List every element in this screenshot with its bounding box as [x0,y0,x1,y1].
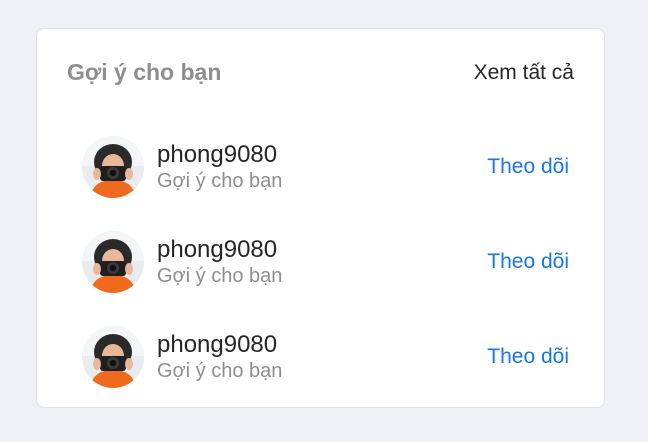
suggestion-item: phong9080 Gợi ý cho bạn Theo dõi [82,325,569,389]
suggestion-item: phong9080 Gợi ý cho bạn Theo dõi [82,230,569,294]
card-header: Gợi ý cho bạn Xem tất cả [67,59,574,86]
avatar[interactable] [82,231,144,293]
suggestion-reason: Gợi ý cho bạn [157,170,283,192]
follow-button[interactable]: Theo dõi [487,155,569,179]
avatar[interactable] [82,136,144,198]
suggestion-reason: Gợi ý cho bạn [157,265,283,287]
follow-button[interactable]: Theo dõi [487,345,569,369]
avatar[interactable] [82,326,144,388]
username: phong9080 [157,331,278,358]
username: phong9080 [157,236,278,263]
suggestion-item: phong9080 Gợi ý cho bạn Theo dõi [82,135,569,199]
follow-button[interactable]: Theo dõi [487,250,569,274]
user-info[interactable]: phong9080 Gợi ý cho bạn [157,236,487,288]
suggestion-reason: Gợi ý cho bạn [157,360,283,382]
suggestions-card: Gợi ý cho bạn Xem tất cả phong9080 Gợi ý… [36,28,605,408]
see-all-link[interactable]: Xem tất cả [474,61,574,85]
username: phong9080 [157,141,278,168]
user-info[interactable]: phong9080 Gợi ý cho bạn [157,331,487,383]
card-title: Gợi ý cho bạn [67,59,222,85]
suggestion-list: phong9080 Gợi ý cho bạn Theo dõi phong90… [82,135,569,420]
user-info[interactable]: phong9080 Gợi ý cho bạn [157,141,487,193]
